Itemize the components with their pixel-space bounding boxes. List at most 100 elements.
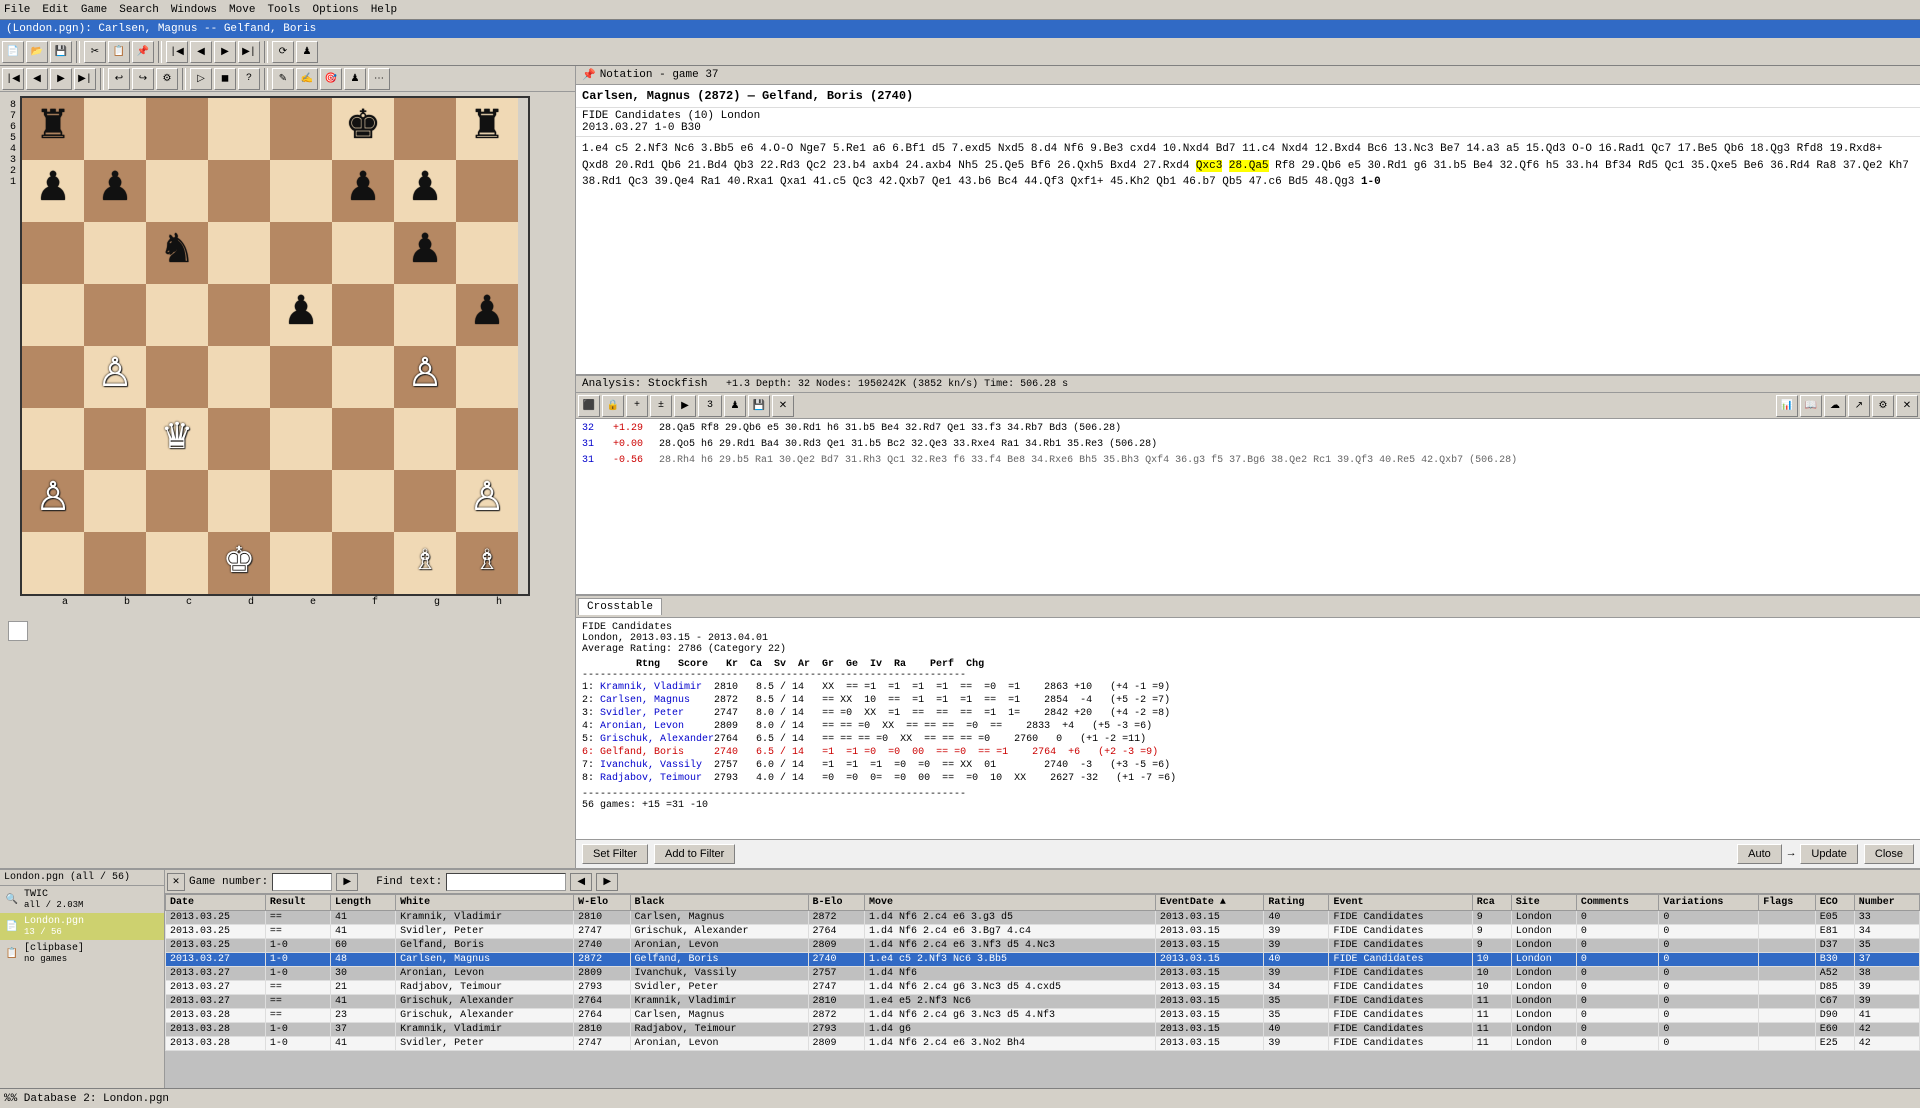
- col-event[interactable]: Event: [1329, 895, 1472, 911]
- game-table-scroll[interactable]: Date Result Length White W-Elo Black B-E…: [165, 894, 1920, 1088]
- square-d6[interactable]: [208, 222, 270, 284]
- find-text-input[interactable]: [446, 873, 566, 891]
- square-b5[interactable]: [84, 284, 146, 346]
- col-rating[interactable]: Rating: [1264, 895, 1329, 911]
- col-comments[interactable]: Comments: [1576, 895, 1658, 911]
- square-e1[interactable]: [270, 532, 332, 594]
- table-row[interactable]: 2013.03.251-060Gelfand, Boris2740Aronian…: [166, 939, 1920, 953]
- table-row[interactable]: 2013.03.25==41Kramnik, Vladimir2810Carls…: [166, 911, 1920, 925]
- square-f7[interactable]: ♟: [332, 160, 394, 222]
- analysis-lines-input[interactable]: 3: [698, 395, 722, 417]
- square-e5[interactable]: ♟: [270, 284, 332, 346]
- copy-btn[interactable]: 📋: [108, 41, 130, 63]
- update-btn[interactable]: Update: [1800, 844, 1857, 864]
- col-black[interactable]: Black: [630, 895, 808, 911]
- square-d7[interactable]: [208, 160, 270, 222]
- square-e8[interactable]: [270, 98, 332, 160]
- square-c7[interactable]: [146, 160, 208, 222]
- square-g5[interactable]: [394, 284, 456, 346]
- analysis-play-btn[interactable]: ▶: [674, 395, 696, 417]
- square-a7[interactable]: ♟: [22, 160, 84, 222]
- sidebar-item-london[interactable]: 📄 London.pgn 13 / 56: [0, 913, 164, 940]
- square-c4[interactable]: [146, 346, 208, 408]
- square-f8[interactable]: ♚: [332, 98, 394, 160]
- square-d8[interactable]: [208, 98, 270, 160]
- analysis-eval-btn[interactable]: ±: [650, 395, 672, 417]
- square-a3[interactable]: [22, 408, 84, 470]
- square-e6[interactable]: [270, 222, 332, 284]
- square-h4[interactable]: [456, 346, 518, 408]
- square-e3[interactable]: [270, 408, 332, 470]
- square-b8[interactable]: [84, 98, 146, 160]
- next-var-btn[interactable]: ↪: [132, 68, 154, 90]
- table-row[interactable]: 2013.03.281-037Kramnik, Vladimir2810Radj…: [166, 1023, 1920, 1037]
- training-btn[interactable]: 🎯: [320, 68, 342, 90]
- square-d3[interactable]: [208, 408, 270, 470]
- col-site[interactable]: Site: [1511, 895, 1576, 911]
- first-move-btn[interactable]: |◀: [2, 68, 24, 90]
- analysis-delete-btn[interactable]: ✕: [772, 395, 794, 417]
- square-g6[interactable]: ♟: [394, 222, 456, 284]
- tab-crosstable[interactable]: Crosstable: [578, 598, 662, 615]
- square-d1[interactable]: ♚: [208, 532, 270, 594]
- square-h3[interactable]: [456, 408, 518, 470]
- menu-game[interactable]: Game: [81, 4, 107, 16]
- square-d5[interactable]: [208, 284, 270, 346]
- prev-game-btn[interactable]: ◀: [190, 41, 212, 63]
- prev-move-btn[interactable]: ◀: [26, 68, 48, 90]
- col-evdate[interactable]: EventDate ▲: [1155, 895, 1264, 911]
- square-a2[interactable]: ♙: [22, 470, 84, 532]
- square-g2[interactable]: [394, 470, 456, 532]
- annotate-btn[interactable]: ✍: [296, 68, 318, 90]
- square-b7[interactable]: ♟: [84, 160, 146, 222]
- game-number-input[interactable]: [272, 873, 332, 891]
- table-row[interactable]: 2013.03.25==41Svidler, Peter2747Grischuk…: [166, 925, 1920, 939]
- square-a5[interactable]: [22, 284, 84, 346]
- extra-btn[interactable]: ⋯: [368, 68, 390, 90]
- save-btn[interactable]: 💾: [50, 41, 72, 63]
- cut-btn[interactable]: ✂: [84, 41, 106, 63]
- col-result[interactable]: Result: [265, 895, 330, 911]
- next-game-btn[interactable]: ▶: [214, 41, 236, 63]
- square-g4[interactable]: ♙: [394, 346, 456, 408]
- col-white[interactable]: White: [396, 895, 574, 911]
- analysis-btn[interactable]: ♟: [296, 41, 318, 63]
- square-a6[interactable]: [22, 222, 84, 284]
- chess-board[interactable]: ♜ ♚ ♜ ♟ ♟ ♟: [20, 96, 530, 596]
- square-f6[interactable]: [332, 222, 394, 284]
- play-btn[interactable]: ▷: [190, 68, 212, 90]
- square-c8[interactable]: [146, 98, 208, 160]
- flip-btn[interactable]: ⟳: [272, 41, 294, 63]
- next-move-btn[interactable]: ▶: [50, 68, 72, 90]
- sidebar-item-twic[interactable]: 🔍 TWIC all / 2.03M: [0, 886, 164, 913]
- sidebar-item-clipbase[interactable]: 📋 [clipbase] no games: [0, 940, 164, 967]
- square-h8[interactable]: ♜: [456, 98, 518, 160]
- new-btn[interactable]: 📄: [2, 41, 24, 63]
- square-h6[interactable]: [456, 222, 518, 284]
- table-row[interactable]: 2013.03.27==21Radjabov, Teimour2793Svidl…: [166, 981, 1920, 995]
- close-btn[interactable]: Close: [1864, 844, 1914, 864]
- engine-btn[interactable]: ⚙: [156, 68, 178, 90]
- analysis-db-btn[interactable]: 📊: [1776, 395, 1798, 417]
- last-game-btn[interactable]: ▶|: [238, 41, 260, 63]
- table-row[interactable]: 2013.03.27==41Grischuk, Alexander2764Kra…: [166, 995, 1920, 1009]
- square-c6[interactable]: ♞: [146, 222, 208, 284]
- square-c2[interactable]: [146, 470, 208, 532]
- col-welo[interactable]: W-Elo: [574, 895, 630, 911]
- analysis-plus-btn[interactable]: +: [626, 395, 648, 417]
- square-d2[interactable]: [208, 470, 270, 532]
- square-g1[interactable]: ♗: [394, 532, 456, 594]
- square-g8[interactable]: [394, 98, 456, 160]
- col-move[interactable]: Move: [864, 895, 1155, 911]
- square-d4[interactable]: [208, 346, 270, 408]
- go-game-btn[interactable]: ▶: [336, 873, 358, 891]
- find-next-btn[interactable]: ▶: [596, 873, 618, 891]
- square-h5[interactable]: ♟: [456, 284, 518, 346]
- menu-windows[interactable]: Windows: [171, 4, 217, 16]
- col-eco[interactable]: ECO: [1815, 895, 1854, 911]
- menu-options[interactable]: Options: [312, 4, 358, 16]
- square-c5[interactable]: [146, 284, 208, 346]
- square-h2[interactable]: ♙: [456, 470, 518, 532]
- square-b4[interactable]: ♙: [84, 346, 146, 408]
- engine2-btn[interactable]: ♟: [344, 68, 366, 90]
